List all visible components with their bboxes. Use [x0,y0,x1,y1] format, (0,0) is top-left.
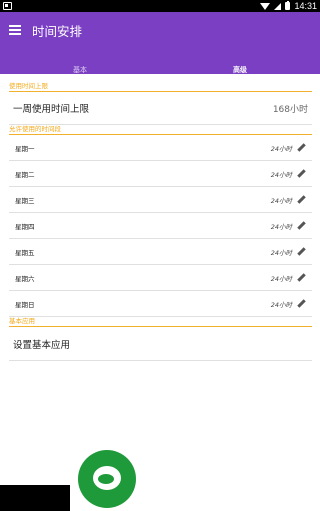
edit-icon[interactable] [296,299,306,309]
battery-icon [285,1,291,10]
day-row-tuesday[interactable]: 星期二 24小时 [9,161,312,187]
day-row-thursday[interactable]: 星期四 24小时 [9,213,312,239]
section-header-allowed-periods: 允许使用的时间段 [9,125,312,135]
settings-content: 使用时间上限 一周使用时间上限 168小时 允许使用的时间段 星期一 24小时 … [9,82,312,361]
weekly-limit-label: 一周使用时间上限 [13,104,90,115]
section-header-basic-apps: 基本应用 [9,317,312,327]
edit-icon[interactable] [296,273,306,283]
day-label: 星期四 [15,222,35,231]
app-bar: 时间安排 基本 高级 [0,12,320,86]
black-block [0,485,70,511]
edit-icon[interactable] [296,169,306,179]
day-row-sunday[interactable]: 星期日 24小时 [9,291,312,317]
edit-icon[interactable] [296,195,306,205]
day-hours: 24小时 [270,248,292,257]
status-icons: 14:31 [260,0,317,12]
page-title: 时间安排 [32,24,83,39]
edit-icon[interactable] [296,247,306,257]
logo-leaf [98,474,114,484]
day-label: 星期三 [15,196,35,205]
day-label: 星期二 [15,170,35,179]
day-row-wednesday[interactable]: 星期三 24小时 [9,187,312,213]
app-logo [78,450,136,508]
weekly-limit-value: 168小时 [272,104,308,115]
day-row-saturday[interactable]: 星期六 24小时 [9,265,312,291]
day-label: 星期一 [15,144,35,153]
day-row-friday[interactable]: 星期五 24小时 [9,239,312,265]
section-header-usage-limit: 使用时间上限 [9,82,312,92]
weekly-limit-row[interactable]: 一周使用时间上限 168小时 [9,92,312,125]
status-bar: 14:31 [0,0,320,12]
day-hours: 24小时 [270,300,292,309]
signal-icon [274,2,282,10]
wifi-icon [260,2,271,10]
menu-icon[interactable] [9,25,21,35]
setup-basic-apps-row[interactable]: 设置基本应用 [9,327,312,361]
day-hours: 24小时 [270,196,292,205]
day-label: 星期六 [15,274,35,283]
screenshot-icon [3,2,12,10]
day-hours: 24小时 [270,274,292,283]
edit-icon[interactable] [296,143,306,153]
day-hours: 24小时 [270,222,292,231]
edit-icon[interactable] [296,221,306,231]
day-label: 星期日 [15,300,35,309]
day-hours: 24小时 [270,170,292,179]
day-row-monday[interactable]: 星期一 24小时 [9,135,312,161]
day-label: 星期五 [15,248,35,257]
setup-basic-apps-label: 设置基本应用 [13,339,71,351]
day-hours: 24小时 [270,144,292,153]
status-time: 14:31 [294,1,317,11]
